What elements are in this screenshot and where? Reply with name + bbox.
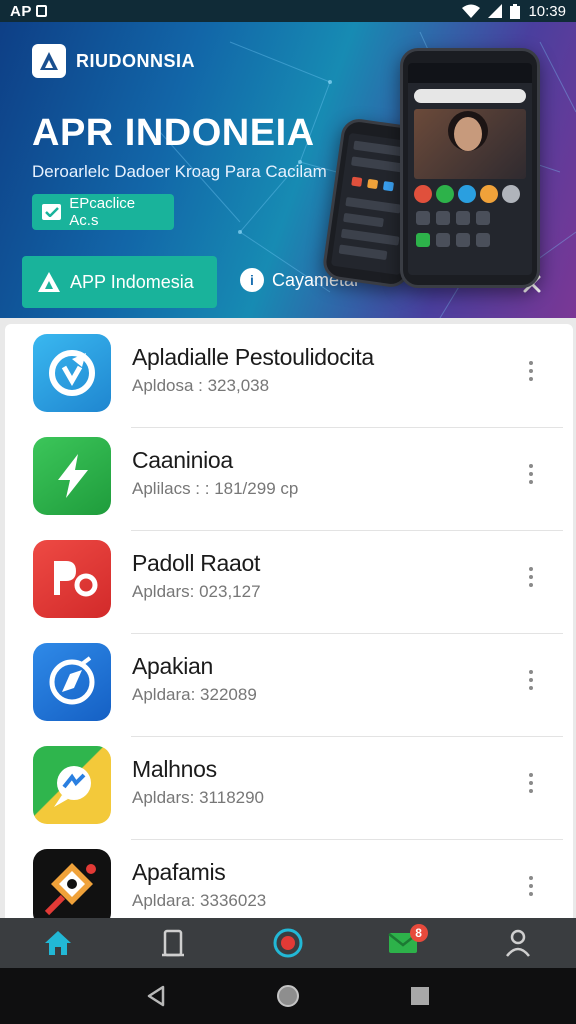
more-options-icon[interactable] — [519, 564, 543, 590]
brand: RIUDONNSIA — [32, 44, 195, 78]
hero-chip-label: EPcaclice Ac.s — [69, 195, 136, 229]
status-right: 10:39 — [462, 3, 566, 20]
record-icon — [273, 928, 303, 958]
bottom-tab-bar: 8 — [0, 918, 576, 968]
app-indonesia-label: APP Indomesia — [70, 271, 194, 292]
hero-subtitle: Deroarlelc Dadoer Kroag Para Cacilam — [32, 162, 327, 181]
brand-name: RIUDONNSIA — [76, 50, 196, 71]
checkbox-icon — [42, 204, 62, 220]
app-name: Apladialle Pestoulidocita — [132, 344, 374, 370]
app-meta: Apldara: 322089 — [132, 685, 257, 704]
app-list: Apladialle Pestoulidocita Apldosa : 323,… — [5, 324, 573, 918]
profile-icon — [506, 929, 531, 957]
phone-photo — [414, 109, 526, 179]
tab-messages[interactable]: 8 — [346, 918, 461, 968]
list-item[interactable]: Padoll Raaot Apldars: 023,127 — [5, 530, 573, 633]
signal-icon — [488, 4, 503, 18]
messenger-icon — [33, 746, 111, 824]
home-icon — [44, 931, 71, 955]
list-item[interactable]: Apakian Apldara: 322089 — [5, 633, 573, 736]
app-name: Padoll Raaot — [132, 550, 261, 576]
app-meta: Apldara: 3336023 — [132, 891, 267, 910]
lightning-icon — [33, 437, 111, 515]
list-item[interactable]: Caaninioa Aplilacs : : 181/299 cp — [5, 427, 573, 530]
more-options-icon[interactable] — [519, 358, 543, 384]
app-indonesia-button[interactable]: APP Indomesia — [22, 256, 217, 308]
po-letters-icon — [33, 540, 111, 618]
list-item[interactable]: Apladialle Pestoulidocita Apldosa : 323,… — [5, 324, 573, 427]
clock: 10:39 — [528, 2, 566, 20]
home-circle-icon — [277, 985, 299, 1007]
more-options-icon[interactable] — [519, 770, 543, 796]
back-button[interactable] — [136, 976, 176, 1016]
phone-mockup-large — [400, 48, 540, 288]
app-meta: Apldars: 3118290 — [132, 788, 265, 807]
app-meta: Apldosa : 323,038 — [132, 376, 270, 395]
tab-home[interactable] — [0, 918, 115, 968]
system-nav-bar — [0, 968, 576, 1024]
list-item[interactable]: Malhnos Apldars: 3118290 — [5, 736, 573, 839]
back-triangle-icon — [147, 985, 165, 1007]
app-name: Caaninioa — [132, 447, 233, 473]
game-badge-icon — [33, 849, 111, 918]
tab-profile[interactable] — [461, 918, 576, 968]
recents-square-icon — [411, 987, 429, 1005]
app-meta: Aplilacs : : 181/299 cp — [132, 479, 299, 498]
notification-icon — [35, 5, 47, 17]
tab-documents[interactable] — [115, 918, 230, 968]
app-name: Apakian — [132, 653, 214, 679]
status-bar: AP 10:39 — [0, 0, 576, 22]
app-meta: Apldars: 023,127 — [132, 582, 261, 601]
list-item[interactable]: Apafamis Apldara: 3336023 — [5, 839, 573, 918]
brand-mark-icon — [38, 272, 60, 292]
tab-record[interactable] — [230, 918, 345, 968]
home-button[interactable] — [268, 976, 308, 1016]
mail-badge: 8 — [409, 924, 428, 942]
status-left-text: AP — [10, 2, 32, 20]
hero-title: APR INDONEIA — [32, 112, 315, 154]
more-options-icon[interactable] — [519, 461, 543, 487]
recents-button[interactable] — [400, 976, 440, 1016]
sync-arrows-icon — [33, 334, 111, 412]
hero-chip-button[interactable]: EPcaclice Ac.s — [32, 194, 174, 230]
more-options-icon[interactable] — [519, 667, 543, 693]
document-icon — [161, 929, 184, 957]
brand-logo-icon — [32, 44, 66, 78]
more-options-icon[interactable] — [519, 873, 543, 899]
info-icon: i — [240, 268, 264, 292]
app-name: Apafamis — [132, 859, 226, 885]
phone-screen-large — [408, 63, 532, 275]
wifi-icon — [462, 4, 481, 18]
status-left: AP — [10, 3, 47, 20]
compass-icon — [33, 643, 111, 721]
app-name: Malhnos — [132, 756, 217, 782]
hero-banner[interactable]: RIUDONNSIA APR INDONEIA Deroarlelc Dadoe… — [0, 22, 576, 318]
battery-icon — [510, 3, 521, 19]
